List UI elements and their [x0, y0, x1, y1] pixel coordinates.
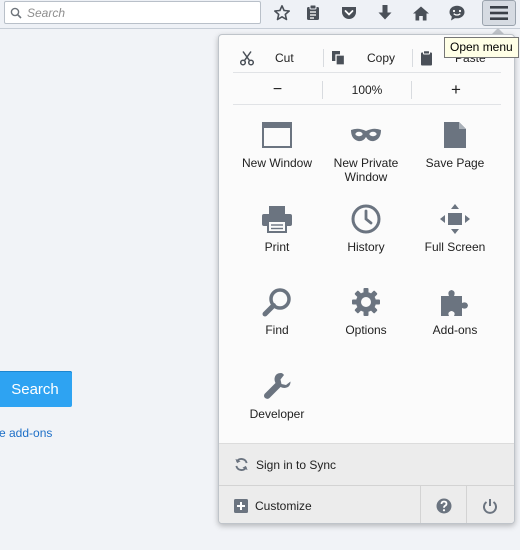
paste-icon [421, 49, 432, 65]
open-menu-tooltip: Open menu [444, 37, 519, 58]
history-button[interactable]: History [321, 197, 411, 281]
new-private-window-button[interactable]: New Private Window [321, 113, 411, 197]
sync-label: Sign in to Sync [256, 457, 337, 472]
addons-button[interactable]: Add-ons [410, 280, 500, 364]
copy-button[interactable]: Copy [324, 47, 412, 69]
full-screen-icon [440, 204, 470, 234]
reading-list-button[interactable] [300, 1, 326, 25]
open-menu-button[interactable] [482, 0, 516, 26]
customize-button[interactable]: Customize [219, 486, 420, 523]
zoom-controls: − 100% + [233, 75, 501, 105]
quit-button[interactable] [466, 486, 512, 523]
new-window-icon [262, 122, 292, 148]
save-page-icon [444, 122, 466, 148]
copy-icon [332, 50, 346, 66]
developer-button[interactable]: Developer [232, 364, 322, 448]
pocket-button[interactable] [336, 1, 362, 25]
cut-label: Cut [275, 50, 294, 65]
print-icon [262, 206, 292, 233]
options-button[interactable]: Options [321, 280, 411, 364]
power-icon [482, 498, 497, 514]
menu-icon [490, 6, 508, 20]
full-screen-button[interactable]: Full Screen [410, 197, 500, 281]
bookmark-star-icon [274, 5, 290, 21]
private-mask-icon [351, 128, 381, 142]
chat-button[interactable] [444, 1, 470, 25]
downloads-button[interactable] [372, 1, 398, 25]
save-page-button[interactable]: Save Page [410, 113, 500, 197]
developer-label: Developer [249, 407, 305, 421]
history-icon [351, 204, 381, 234]
app-menu-panel: Cut Copy Paste − 100% + New Window New P… [218, 34, 515, 524]
chat-icon [449, 5, 465, 21]
reading-list-icon [307, 4, 319, 20]
find-label: Find [265, 323, 289, 337]
scissors-icon [239, 50, 255, 66]
options-gear-icon [352, 288, 380, 316]
find-icon [262, 288, 291, 317]
search-input[interactable] [27, 2, 247, 23]
find-button[interactable]: Find [232, 280, 322, 364]
sync-icon [235, 458, 248, 471]
home-icon [413, 6, 429, 20]
addons-puzzle-icon [441, 290, 468, 316]
save-page-label: Save Page [425, 156, 485, 170]
home-button[interactable] [408, 1, 434, 25]
new-window-label: New Window [241, 156, 313, 170]
search-box[interactable] [4, 1, 261, 24]
help-icon [436, 498, 451, 513]
history-label: History [347, 240, 385, 254]
copy-label: Copy [367, 50, 396, 65]
print-label: Print [264, 240, 290, 254]
new-private-window-label: New Private Window [333, 156, 399, 184]
customize-label: Customize [255, 498, 312, 513]
page-search-button[interactable]: Search [0, 371, 72, 407]
cut-button[interactable]: Cut [233, 47, 323, 69]
full-screen-label: Full Screen [424, 240, 486, 254]
bookmark-star-button[interactable] [269, 1, 295, 25]
toolbar [0, 0, 520, 29]
search-icon [5, 2, 27, 23]
addons-label: Add-ons [432, 323, 478, 337]
pocket-icon [342, 7, 356, 19]
customize-plus-icon [234, 498, 248, 513]
sign-in-to-sync-button[interactable]: Sign in to Sync [219, 443, 514, 485]
panel-footer: Customize [219, 485, 514, 523]
developer-wrench-icon [264, 373, 291, 399]
new-window-button[interactable]: New Window [232, 113, 322, 197]
zoom-in-button[interactable]: + [412, 79, 500, 101]
print-button[interactable]: Print [232, 197, 322, 281]
options-label: Options [345, 323, 387, 337]
addons-link[interactable]: e add-ons [0, 426, 52, 440]
help-button[interactable] [420, 486, 466, 523]
zoom-out-button[interactable]: − [233, 79, 322, 101]
downloads-icon [378, 5, 392, 20]
zoom-reset-button[interactable]: 100% [323, 79, 411, 101]
